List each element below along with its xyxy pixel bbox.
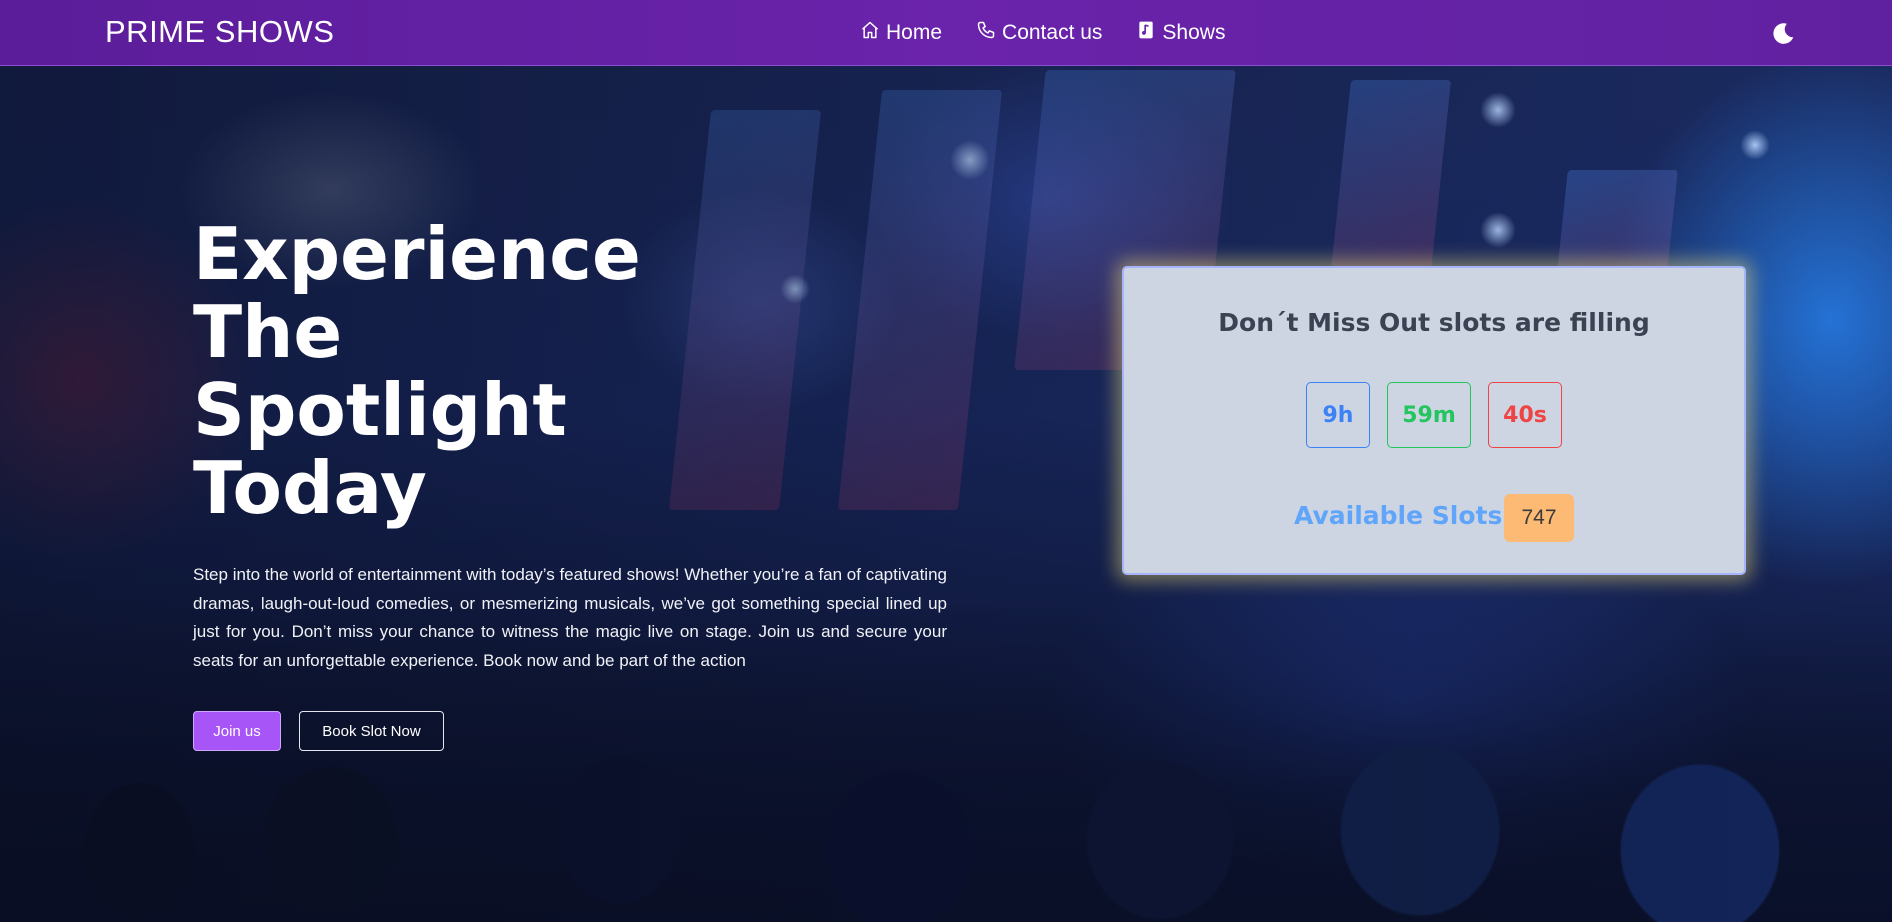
top-navbar: PRIME SHOWS Home Contact us Shows: [0, 0, 1892, 66]
nav-item-shows[interactable]: Shows: [1136, 20, 1225, 46]
headline-line: Spotlight: [193, 368, 567, 452]
headline-line: Experience: [193, 212, 641, 296]
phone-icon: [976, 20, 996, 46]
brand-logo-text[interactable]: PRIME SHOWS: [105, 14, 334, 50]
home-icon: [860, 20, 880, 46]
available-slots-badge: 747: [1504, 494, 1574, 542]
minutes-box: 59m: [1387, 382, 1471, 448]
available-slots-label: Available Slots: [1294, 501, 1503, 530]
music-note-icon: [1136, 20, 1156, 46]
hero-description: Step into the world of entertainment wit…: [193, 565, 947, 670]
nav-item-label: Contact us: [1002, 21, 1103, 44]
join-us-button[interactable]: Join us: [193, 711, 281, 751]
nav-links: Home Contact us Shows: [860, 20, 1225, 46]
countdown-title: Don´t Miss Out slots are filling: [1218, 308, 1650, 337]
nav-item-label: Shows: [1162, 21, 1226, 44]
countdown-card: Don´t Miss Out slots are filling 9h 59m …: [1122, 266, 1746, 575]
nav-item-home[interactable]: Home: [860, 20, 942, 46]
hero-headline: Experience The Spotlight Today: [193, 215, 793, 527]
moon-icon: [1770, 23, 1796, 51]
nav-item-contact[interactable]: Contact us: [976, 20, 1102, 46]
hours-box: 9h: [1306, 382, 1370, 448]
headline-line: Today: [193, 446, 427, 530]
seconds-box: 40s: [1488, 382, 1562, 448]
headline-line: The: [193, 290, 343, 374]
nav-item-label: Home: [886, 21, 943, 44]
theme-toggle-button[interactable]: [1770, 21, 1796, 47]
book-slot-button[interactable]: Book Slot Now: [299, 711, 444, 751]
